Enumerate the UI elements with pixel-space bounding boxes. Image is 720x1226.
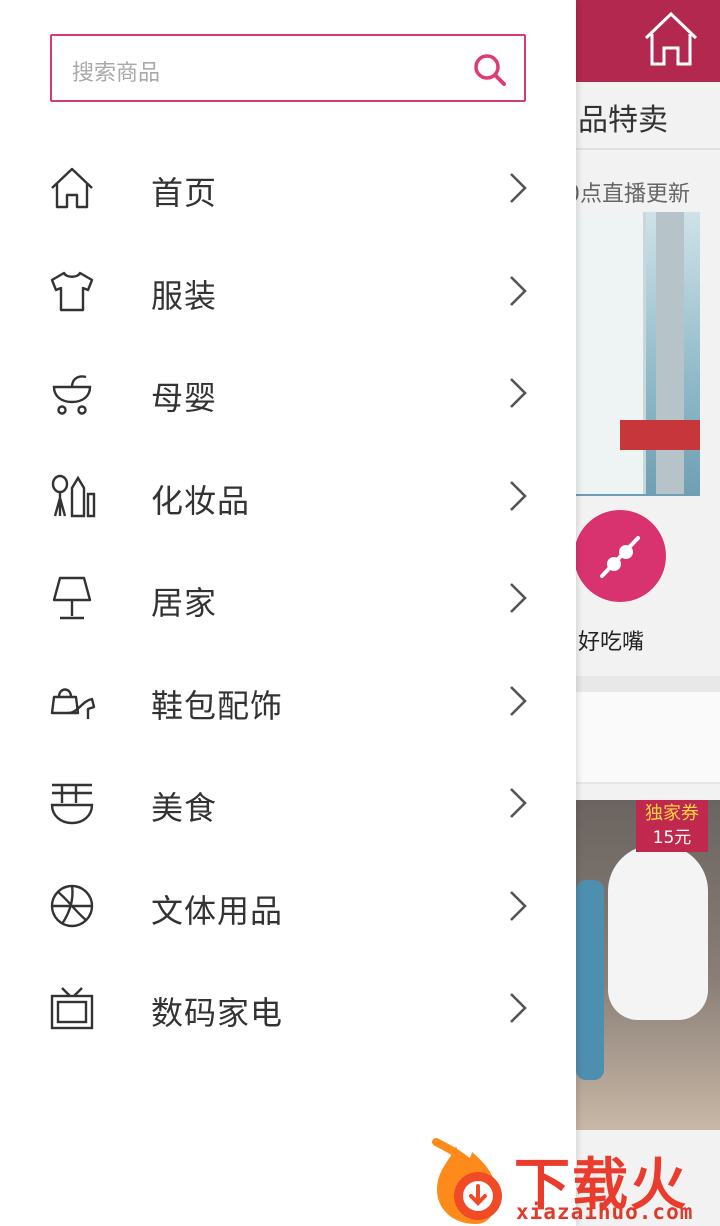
chevron-right-icon — [510, 480, 527, 511]
chevron-right-icon — [510, 173, 527, 203]
section-title: 品特卖 — [578, 103, 668, 138]
menu-item-sports-stationery[interactable]: 文体用品 — [0, 854, 576, 957]
menu-item-label: 数码家电 — [151, 994, 284, 1032]
watermark-url: xiazaihuo.com — [516, 1200, 694, 1224]
chevron-right-icon — [510, 993, 527, 1023]
menu-item-label: 服装 — [151, 276, 218, 315]
menu-item-clothing[interactable]: 服装 — [0, 239, 576, 342]
menu-item-label: 首页 — [151, 174, 218, 212]
chevron-right-icon — [510, 275, 527, 306]
category-menu: 首页 服装 母婴 化妆品 居家 鞋包配饰 美食 文体用品 数码家电 — [0, 136, 576, 1059]
search-input[interactable]: 搜索商品 — [50, 34, 526, 102]
divider — [576, 148, 720, 150]
banner-card — [576, 212, 646, 494]
product-toy — [608, 845, 708, 1020]
menu-item-label: 文体用品 — [151, 891, 284, 930]
coupon-badge-title: 独家券 — [645, 803, 699, 824]
tv-icon — [50, 987, 94, 1030]
menu-item-label: 母婴 — [151, 379, 218, 417]
banner-strip — [656, 212, 684, 494]
menu-item-label: 鞋包配饰 — [151, 686, 284, 725]
snack-category-button[interactable] — [574, 510, 666, 602]
chevron-right-icon — [510, 890, 527, 921]
skewer-icon — [600, 536, 640, 578]
section-subtitle: 0点直播更新 — [566, 182, 690, 207]
basketball-icon — [50, 884, 94, 927]
banner-decoration — [620, 420, 700, 450]
chevron-right-icon — [510, 583, 527, 613]
snack-category-label: 好吃嘴 — [578, 630, 645, 655]
blank-section — [576, 692, 720, 784]
menu-item-baby[interactable]: 母婴 — [0, 341, 576, 444]
menu-item-home-living[interactable]: 居家 — [0, 546, 576, 649]
menu-item-label: 居家 — [151, 584, 218, 622]
menu-item-cosmetics[interactable]: 化妆品 — [0, 444, 576, 547]
home-icon[interactable] — [640, 8, 702, 70]
menu-item-digital-appliances[interactable]: 数码家电 — [0, 956, 576, 1059]
noodle-bowl-icon — [50, 783, 94, 825]
home-icon — [51, 167, 93, 209]
chevron-right-icon — [510, 378, 527, 408]
search-placeholder: 搜索商品 — [72, 61, 161, 86]
cosmetics-icon — [51, 474, 96, 517]
product-figure — [576, 880, 604, 1080]
chevron-right-icon — [510, 685, 527, 716]
search-icon[interactable] — [472, 52, 508, 88]
tshirt-icon — [50, 271, 94, 311]
coupon-badge: 独家券 15元 — [636, 800, 708, 852]
navigation-drawer: 搜索商品 首页 服装 母婴 化妆品 居家 鞋包配饰 美食 文体用品 数码家电 — [0, 0, 576, 1226]
menu-item-shoes-bags[interactable]: 鞋包配饰 — [0, 649, 576, 752]
shoe-bag-icon — [50, 687, 96, 719]
chevron-right-icon — [510, 788, 527, 818]
coupon-badge-amount: 15元 — [652, 828, 692, 848]
stroller-icon — [52, 375, 92, 415]
menu-item-label: 美食 — [151, 789, 218, 827]
lamp-icon — [52, 576, 92, 620]
menu-item-food[interactable]: 美食 — [0, 751, 576, 854]
menu-item-label: 化妆品 — [151, 481, 251, 520]
separator — [576, 676, 720, 692]
menu-item-home[interactable]: 首页 — [0, 136, 576, 239]
